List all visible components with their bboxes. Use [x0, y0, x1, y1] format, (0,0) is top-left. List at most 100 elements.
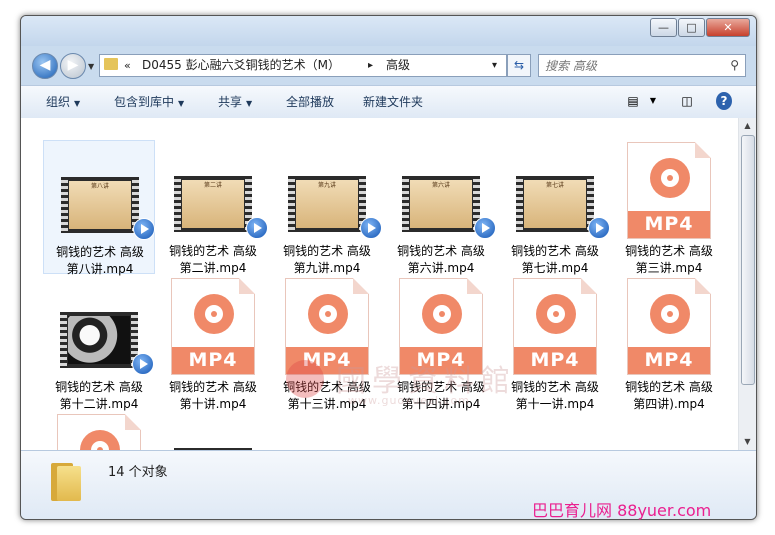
- file-item[interactable]: MP4 铜钱的艺术 高级 第三讲.mp4: [613, 140, 725, 275]
- file-name-line2: 第十讲.mp4: [179, 397, 247, 411]
- file-item[interactable]: 第九讲铜钱的艺术 高级 第九讲.mp4: [271, 140, 383, 277]
- search-box[interactable]: ⚲: [538, 54, 746, 77]
- include-in-library-menu[interactable]: 包含到库中 ▼: [114, 86, 184, 118]
- scroll-thumb[interactable]: [741, 135, 755, 385]
- mp4-file-icon: MP4: [57, 414, 141, 450]
- file-item[interactable]: 铜钱的艺术 高级 第十二讲.mp4: [43, 276, 155, 411]
- file-name-line2: 第三讲.mp4: [635, 261, 703, 275]
- view-chevron-down-icon[interactable]: ▼: [647, 92, 659, 110]
- file-name-line1: 铜钱的艺术 高级: [511, 380, 599, 394]
- file-item[interactable]: 第七讲铜钱的艺术 高级 第七讲.mp4: [499, 140, 611, 277]
- chevron-down-icon: ▼: [246, 99, 253, 108]
- file-name: 铜钱的艺术 高级 第十讲.mp4: [157, 379, 269, 413]
- close-button[interactable]: ✕: [706, 18, 750, 37]
- file-name-line2: 第十三讲.mp4: [287, 397, 367, 411]
- site-watermark: 巴巴育儿网 88yuer.com: [532, 501, 712, 520]
- file-item[interactable]: MP4 铜钱的艺术 高级 第十四讲.mp4: [385, 276, 497, 413]
- mp4-badge: MP4: [514, 347, 596, 374]
- file-name-line1: 铜钱的艺术 高级: [283, 244, 371, 258]
- command-bar: 组织 ▼ 包含到库中 ▼ 共享 ▼ 全部播放 新建文件夹 ▤ ▼ ◫ ?: [21, 85, 756, 119]
- file-item[interactable]: [157, 412, 269, 450]
- file-name: 铜钱的艺术 高级 第七讲.mp4: [499, 243, 611, 277]
- organize-label: 组织: [46, 95, 71, 109]
- file-name-line2: 第十二讲.mp4: [59, 397, 139, 411]
- file-name-line1: 铜钱的艺术 高级: [169, 380, 257, 394]
- maximize-button[interactable]: □: [678, 18, 705, 37]
- view-options-icon[interactable]: ▤: [625, 92, 641, 110]
- help-icon[interactable]: ?: [716, 92, 732, 110]
- file-name-line1: 铜钱的艺术 高级: [511, 244, 599, 258]
- mp4-file-icon: MP4: [627, 278, 711, 375]
- frame-caption: 第九讲: [296, 180, 358, 228]
- minimize-button[interactable]: —: [650, 18, 677, 37]
- file-item[interactable]: 第六讲铜钱的艺术 高级 第六讲.mp4: [385, 140, 497, 277]
- explorer-window: — □ ✕ ◀ ▶ ▼ « D0455 彭心融六爻铜钱的艺术（M） ▸ 高级 ▾…: [20, 15, 757, 520]
- file-name: 铜钱的艺术 高级 第九讲.mp4: [271, 243, 383, 277]
- mp4-file-icon: MP4: [513, 278, 597, 375]
- file-name-line2: 第二讲.mp4: [179, 261, 247, 275]
- file-item[interactable]: MP4 铜钱的艺术 高级 第十一讲.mp4: [499, 276, 611, 413]
- share-label: 共享: [218, 95, 243, 109]
- refresh-button[interactable]: ⇆: [507, 54, 531, 77]
- vertical-scrollbar[interactable]: ▲ ▼: [738, 118, 756, 450]
- video-thumbnail: 第七讲: [516, 176, 594, 232]
- file-name: 铜钱的艺术 高级 第四讲).mp4: [613, 379, 725, 413]
- scroll-up-button[interactable]: ▲: [739, 118, 756, 134]
- file-name: 铜钱的艺术 高级 第十四讲.mp4: [385, 379, 497, 413]
- search-input[interactable]: [539, 55, 717, 76]
- address-dropdown[interactable]: ▾: [492, 55, 497, 76]
- mp4-badge: MP4: [172, 347, 254, 374]
- frame-caption: 第二讲: [182, 180, 244, 228]
- file-item[interactable]: MP4: [43, 412, 155, 450]
- file-name-line1: 铜钱的艺术 高级: [56, 245, 144, 259]
- file-name-line2: 第十一讲.mp4: [515, 397, 595, 411]
- file-name: 铜钱的艺术 高级 第六讲.mp4: [385, 243, 497, 277]
- new-folder-button[interactable]: 新建文件夹: [363, 86, 423, 118]
- mp4-file-icon: MP4: [627, 142, 711, 239]
- breadcrumb-current[interactable]: 高级: [386, 55, 410, 76]
- media-player-icon: [588, 217, 610, 239]
- recent-pages-dropdown[interactable]: ▼: [88, 62, 94, 71]
- search-icon[interactable]: ⚲: [730, 55, 739, 76]
- mp4-badge: MP4: [286, 347, 368, 374]
- file-item[interactable]: 第二讲铜钱的艺术 高级 第二讲.mp4: [157, 140, 269, 275]
- file-name-line1: 铜钱的艺术 高级: [397, 244, 485, 258]
- chevron-down-icon: ▼: [178, 99, 185, 108]
- include-label: 包含到库中: [114, 95, 175, 109]
- video-thumbnail: 第八讲: [61, 177, 139, 233]
- file-name-line1: 铜钱的艺术 高级: [283, 380, 371, 394]
- folder-icon: [104, 58, 118, 70]
- frame-caption: 第八讲: [69, 181, 131, 229]
- video-thumbnail: [60, 312, 138, 368]
- file-name-line1: 铜钱的艺术 高级: [169, 244, 257, 258]
- media-player-icon: [132, 353, 154, 375]
- file-item[interactable]: MP4 铜钱的艺术 高级 第十三讲.mp4: [271, 276, 383, 411]
- file-name: 铜钱的艺术 高级 第十一讲.mp4: [499, 379, 611, 413]
- file-item[interactable]: MP4 铜钱的艺术 高级 第十讲.mp4: [157, 276, 269, 413]
- frame-caption: [68, 316, 130, 364]
- title-bar: — □ ✕: [21, 16, 756, 46]
- file-name: 铜钱的艺术 高级 第八讲.mp4: [44, 244, 156, 278]
- organize-menu[interactable]: 组织 ▼: [46, 86, 80, 118]
- forward-button[interactable]: ▶: [60, 53, 86, 79]
- play-all-button[interactable]: 全部播放: [286, 86, 334, 118]
- breadcrumb-overflow[interactable]: «: [124, 55, 131, 76]
- media-player-icon: [360, 217, 382, 239]
- share-menu[interactable]: 共享 ▼: [218, 86, 252, 118]
- breadcrumb-separator[interactable]: ▸: [368, 55, 373, 76]
- file-name-line2: 第六讲.mp4: [407, 261, 475, 275]
- file-name-line1: 铜钱的艺术 高级: [625, 244, 713, 258]
- file-item[interactable]: 第八讲铜钱的艺术 高级 第八讲.mp4: [43, 140, 155, 276]
- address-bar[interactable]: « D0455 彭心融六爻铜钱的艺术（M） ▸ 高级 ▾: [99, 54, 507, 77]
- file-item[interactable]: MP4 铜钱的艺术 高级 第四讲).mp4: [613, 276, 725, 413]
- file-name-line1: 铜钱的艺术 高级: [55, 380, 143, 394]
- file-name-line2: 第九讲.mp4: [293, 261, 361, 275]
- video-thumbnail: 第六讲: [402, 176, 480, 232]
- breadcrumb-folder[interactable]: D0455 彭心融六爻铜钱的艺术（M）: [142, 55, 340, 76]
- scroll-down-button[interactable]: ▼: [739, 434, 756, 450]
- video-thumbnail: 第九讲: [288, 176, 366, 232]
- mp4-file-icon: MP4: [399, 278, 483, 375]
- file-name-line1: 铜钱的艺术 高级: [625, 380, 713, 394]
- preview-pane-icon[interactable]: ◫: [679, 92, 695, 110]
- back-button[interactable]: ◀: [32, 53, 58, 79]
